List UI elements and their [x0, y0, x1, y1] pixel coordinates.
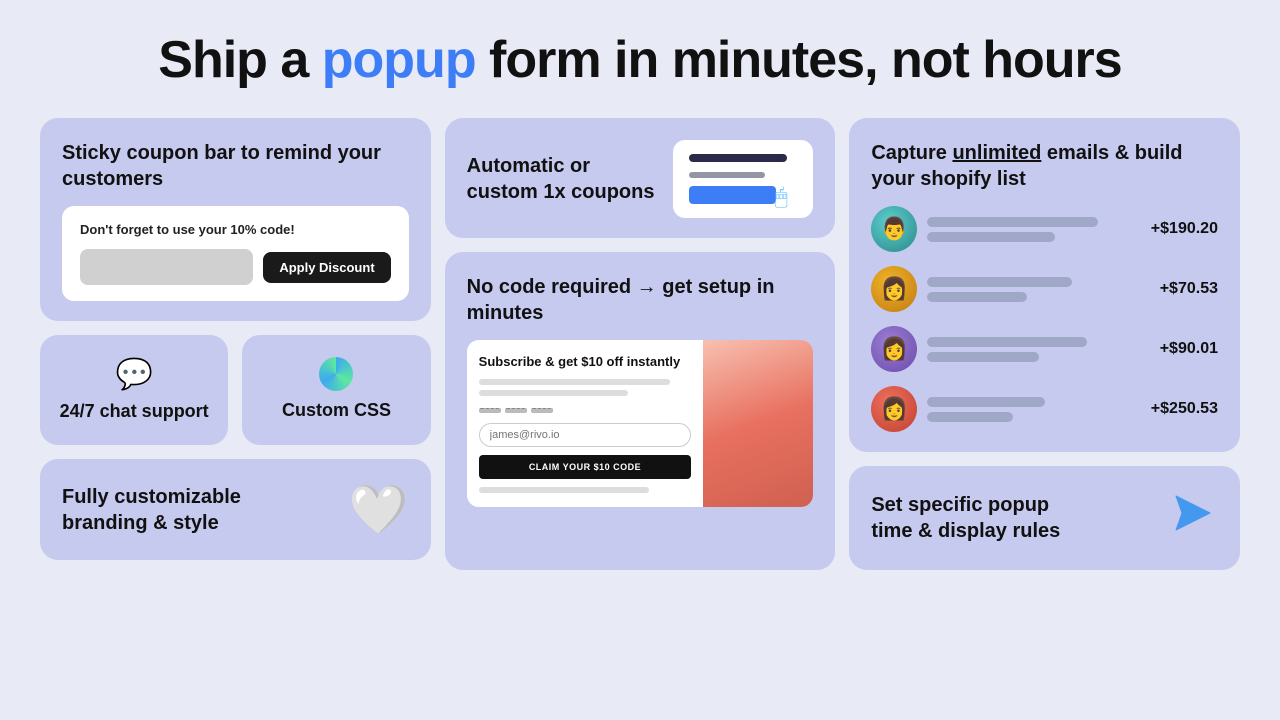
capture-prefix: Capture: [871, 142, 952, 164]
column-3: Capture unlimited emails & build your sh…: [849, 118, 1240, 570]
avatar-1: 👨: [871, 206, 917, 252]
email-amount-4: +$250.53: [1151, 400, 1218, 418]
css-card: Custom CSS: [242, 335, 430, 445]
column-1: Sticky coupon bar to remind your custome…: [40, 118, 431, 570]
rules-title: Set specific popup time & display rules: [871, 492, 1091, 544]
column-2: Automatic or custom 1x coupons 🖱 No code…: [445, 118, 836, 570]
automatic-coupons-card: Automatic or custom 1x coupons 🖱: [445, 118, 836, 238]
coupon-line-2: [689, 172, 765, 178]
email-amount-3: +$90.01: [1160, 340, 1218, 358]
popup-line-bottom: [479, 487, 649, 493]
email-row-3: 👩 +$90.01: [871, 326, 1218, 372]
popup-line-1: [479, 379, 670, 385]
coupon-bar-blue: 🖱: [689, 186, 775, 204]
bar-wrap-3: [927, 337, 1149, 362]
coupon-visual: 🖱: [673, 140, 813, 218]
bar-wrap-4: [927, 397, 1140, 422]
email-bar-2a: [927, 277, 1072, 287]
capture-emails-card: Capture unlimited emails & build your sh…: [849, 118, 1240, 452]
avatar-3-inner: 👩: [871, 326, 917, 372]
send-arrow-icon: [1168, 488, 1218, 548]
email-list: 👨 +$190.20 👩 +$70.53: [871, 206, 1218, 432]
heart-icon: 🤍: [349, 481, 409, 538]
branding-title: Fully customizable branding & style: [62, 484, 262, 536]
title-prefix: Ship a: [158, 31, 321, 89]
feature-grid: Sticky coupon bar to remind your custome…: [40, 118, 1240, 584]
apply-discount-button[interactable]: Apply Discount: [263, 252, 390, 283]
bar-wrap-2: [927, 277, 1149, 302]
auto-inner: Automatic or custom 1x coupons 🖱: [467, 140, 814, 218]
claim-button[interactable]: CLAIM YOUR $10 CODE: [479, 455, 692, 479]
popup-demo-title: Subscribe & get $10 off instantly: [479, 354, 692, 371]
email-bar-2b: [927, 292, 1027, 302]
email-row-2: 👩 +$70.53: [871, 266, 1218, 312]
email-amount-1: +$190.20: [1151, 220, 1218, 238]
bar-wrap-1: [927, 217, 1140, 242]
capture-emails-title: Capture unlimited emails & build your sh…: [871, 140, 1218, 192]
email-bar-1a: [927, 217, 1098, 227]
support-css-row: 💬 24/7 chat support Custom CSS: [40, 335, 431, 445]
support-card: 💬 24/7 chat support: [40, 335, 228, 445]
sticky-coupon-title: Sticky coupon bar to remind your custome…: [62, 140, 409, 192]
avatar-2-inner: 👩: [871, 266, 917, 312]
email-bar-1b: [927, 232, 1055, 242]
avatar-3: 👩: [871, 326, 917, 372]
coupon-input-fake: [80, 249, 253, 285]
title-highlight: popup: [322, 31, 476, 89]
popup-dashes: [479, 408, 692, 413]
dash-2: [505, 408, 527, 413]
avatar-1-inner: 👨: [871, 206, 917, 252]
capture-highlight: unlimited: [952, 142, 1041, 164]
dash-1: [479, 408, 501, 413]
email-bar-4b: [927, 412, 1012, 422]
avatar-4: 👩: [871, 386, 917, 432]
popup-line-2: [479, 390, 628, 396]
avatar-2: 👩: [871, 266, 917, 312]
avatar-4-inner: 👩: [871, 386, 917, 432]
chat-icon: 💬: [115, 357, 152, 392]
rules-card: Set specific popup time & display rules: [849, 466, 1240, 570]
email-row-4: 👩 +$250.53: [871, 386, 1218, 432]
branding-card: Fully customizable branding & style 🤍: [40, 459, 431, 560]
coupon-demo-row: Apply Discount: [80, 249, 391, 285]
email-bar-3a: [927, 337, 1087, 347]
popup-demo: Subscribe & get $10 off instantly CLAIM …: [467, 340, 814, 507]
title-suffix: form in minutes, not hours: [476, 31, 1122, 89]
popup-image-shape: [703, 340, 813, 507]
email-bar-4a: [927, 397, 1044, 407]
popup-left: Subscribe & get $10 off instantly CLAIM …: [467, 340, 704, 507]
css-globe-icon: [319, 357, 353, 391]
cursor-icon: 🖱: [775, 184, 788, 210]
email-amount-2: +$70.53: [1160, 280, 1218, 298]
email-row-1: 👨 +$190.20: [871, 206, 1218, 252]
sticky-coupon-card: Sticky coupon bar to remind your custome…: [40, 118, 431, 321]
css-label: Custom CSS: [282, 399, 391, 422]
support-label: 24/7 chat support: [60, 400, 209, 423]
coupon-demo-text: Don't forget to use your 10% code!: [80, 222, 391, 237]
popup-email-input[interactable]: [479, 423, 692, 447]
page-title: Ship a popup form in minutes, not hours: [40, 30, 1240, 90]
coupon-line-1: [689, 154, 786, 162]
email-bar-3b: [927, 352, 1038, 362]
no-code-card: No code required → get setup in minutes …: [445, 252, 836, 570]
coupon-demo: Don't forget to use your 10% code! Apply…: [62, 206, 409, 301]
dash-3: [531, 408, 553, 413]
automatic-title: Automatic or custom 1x coupons: [467, 153, 662, 205]
no-code-title: No code required → get setup in minutes: [467, 274, 814, 326]
popup-right-image: [703, 340, 813, 507]
